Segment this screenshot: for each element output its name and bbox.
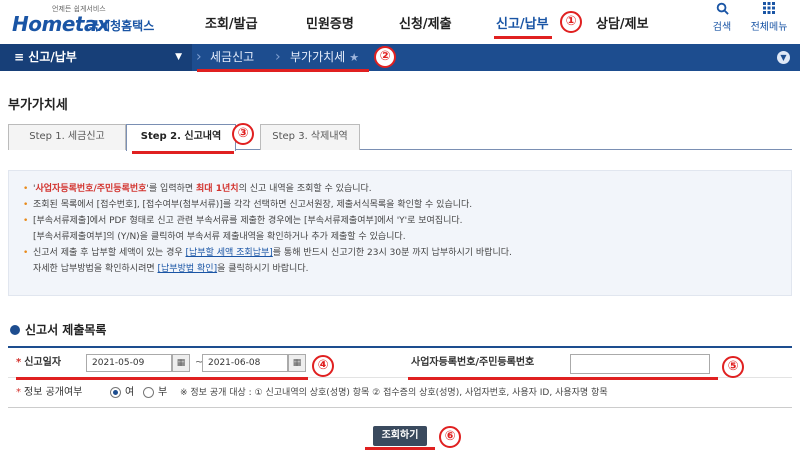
form-row-date: * 신고일자 2021-05-09 ▦ ~ 2021-06-08 ▦ 사업자등록번… bbox=[8, 348, 792, 378]
calendar-icon[interactable]: ▦ bbox=[172, 354, 190, 372]
disclosure-label: * 정보 공개여부 bbox=[16, 387, 83, 398]
section-menu-label: ≡ 신고/납부 bbox=[14, 50, 77, 64]
annotation-underline-2 bbox=[197, 69, 369, 72]
expand-circle-icon[interactable]: ▼ bbox=[777, 51, 790, 64]
notice-item-3-cont: [부속서류제출여부]의 (Y/N)을 클릭하여 부속서류 제출내역을 확인하거나… bbox=[33, 232, 406, 242]
tab-step-1[interactable]: Step 1. 세금신고 bbox=[8, 124, 126, 150]
id-number-label: 사업자등록번호/주민등록번호 bbox=[411, 357, 535, 368]
annotation-marker-4: ④ bbox=[312, 355, 334, 377]
section-title: 신고서 제출목록 bbox=[10, 321, 106, 338]
search-button[interactable]: 조회하기 bbox=[373, 426, 427, 446]
breadcrumb-separator-icon: › bbox=[196, 49, 202, 65]
id-number-input[interactable] bbox=[570, 354, 710, 374]
nav-item-application[interactable]: 신청/제출 bbox=[399, 13, 452, 32]
annotation-marker-5: ⑤ bbox=[722, 356, 744, 378]
disclosure-no-label: 부 bbox=[158, 387, 168, 398]
nav-item-consultation[interactable]: 상담/제보 bbox=[596, 13, 649, 32]
tax-payment-link[interactable]: [납부할 세액 조회납부] bbox=[186, 248, 273, 258]
notice-item-1: '사업자등록번호/주민등록번호'를 입력하면 최대 1년치의 신고 내역을 조회… bbox=[23, 181, 777, 197]
nav-item-inquiry[interactable]: 조회/발급 bbox=[205, 13, 258, 32]
notice-highlight-id: 사업자등록번호/주민등록번호 bbox=[35, 184, 147, 194]
required-marker: * bbox=[16, 387, 21, 398]
annotation-marker-1: ① bbox=[560, 11, 582, 33]
annotation-underline-4 bbox=[16, 377, 308, 380]
disclosure-yes-label: 여 bbox=[125, 387, 135, 398]
notice-item-2: 조회된 목록에서 [접수번호], [접수여부(첨부서류)]를 각각 선택하면 신… bbox=[23, 197, 777, 213]
tab-step-3[interactable]: Step 3. 삭제내역 bbox=[260, 124, 360, 150]
page-title: 부가가치세 bbox=[8, 98, 68, 113]
notice-box: '사업자등록번호/주민등록번호'를 입력하면 최대 1년치의 신고 내역을 조회… bbox=[8, 170, 792, 296]
header-tools: 검색 전체메뉴 bbox=[702, 2, 792, 42]
search-tool-label: 검색 bbox=[712, 22, 732, 33]
search-icon bbox=[702, 2, 742, 18]
search-tool[interactable]: 검색 bbox=[702, 2, 742, 33]
annotation-marker-6: ⑥ bbox=[439, 426, 461, 448]
section-menu-button[interactable]: ≡ 신고/납부 ▼ bbox=[0, 44, 192, 71]
disclosure-yes-radio[interactable] bbox=[110, 387, 121, 398]
disclosure-info: ※ 정보 공개 대상 : ① 신고내역의 상호(성명) 항목 ② 접수증의 상호… bbox=[180, 388, 608, 398]
date-to-input[interactable]: 2021-06-08 bbox=[202, 354, 288, 372]
payment-method-link[interactable]: [납부방법 확인] bbox=[158, 264, 218, 274]
all-menu-label: 전체메뉴 bbox=[750, 22, 788, 33]
notice-item-3: [부속서류제출]에서 PDF 형태로 신고 관련 부속서류를 제출한 경우에는 … bbox=[23, 213, 777, 229]
annotation-marker-2: ② bbox=[374, 46, 396, 68]
form-row-disclosure: * 정보 공개여부 여 부 ※ 정보 공개 대상 : ① 신고내역의 상호(성명)… bbox=[8, 378, 792, 408]
top-header: 언제든 쉽게서비스 Hometax 국세청홈택스 조회/발급 민원증명 신청/제… bbox=[0, 0, 800, 44]
hometax-logo[interactable]: 언제든 쉽게서비스 Hometax 국세청홈택스 bbox=[8, 4, 178, 40]
breadcrumb-bar: ≡ 신고/납부 ▼ › 세금신고 › 부가가치세 ★ ▼ bbox=[0, 44, 800, 71]
breadcrumb-vat[interactable]: 부가가치세 ★ bbox=[290, 44, 359, 71]
breadcrumb-vat-label: 부가가치세 bbox=[290, 50, 346, 64]
all-menu-tool[interactable]: 전체메뉴 bbox=[746, 2, 792, 33]
required-marker: * bbox=[16, 357, 22, 368]
annotation-underline-5 bbox=[408, 377, 718, 380]
logo-subtitle: 국세청홈택스 bbox=[88, 19, 155, 33]
annotation-underline-1 bbox=[494, 36, 552, 39]
date-label: * 신고일자 bbox=[16, 357, 62, 368]
tab-step-2[interactable]: Step 2. 신고내역 bbox=[126, 124, 236, 151]
breadcrumb-separator-icon: › bbox=[275, 49, 281, 65]
annotation-marker-3: ③ bbox=[232, 123, 254, 145]
breadcrumb-tax-report[interactable]: 세금신고 bbox=[210, 44, 254, 71]
date-from-input[interactable]: 2021-05-09 bbox=[86, 354, 172, 372]
notice-item-4-cont: 자세한 납부방법을 확인하시려면 [납부방법 확인]을 클릭하시기 바랍니다. bbox=[33, 264, 309, 274]
grid-menu-icon bbox=[746, 2, 792, 18]
section-bullet-icon bbox=[10, 325, 20, 335]
notice-highlight-period: 최대 1년치 bbox=[196, 184, 239, 194]
favorite-star-icon[interactable]: ★ bbox=[349, 51, 359, 64]
annotation-underline-3 bbox=[132, 151, 234, 154]
calendar-icon[interactable]: ▦ bbox=[288, 354, 306, 372]
chevron-down-icon: ▼ bbox=[175, 52, 182, 62]
notice-item-4: 신고서 제출 후 납부할 세액이 있는 경우 [납부할 세액 조회납부]를 통해… bbox=[23, 245, 777, 261]
step-tabs: Step 1. 세금신고 Step 2. 신고내역 Step 3. 삭제내역 bbox=[8, 124, 792, 151]
section-title-text: 신고서 제출목록 bbox=[25, 323, 107, 337]
annotation-underline-6 bbox=[365, 447, 435, 450]
disclosure-no-radio[interactable] bbox=[143, 387, 154, 398]
nav-item-report-payment[interactable]: 신고/납부 bbox=[496, 13, 549, 32]
nav-item-certificate[interactable]: 민원증명 bbox=[306, 13, 354, 32]
